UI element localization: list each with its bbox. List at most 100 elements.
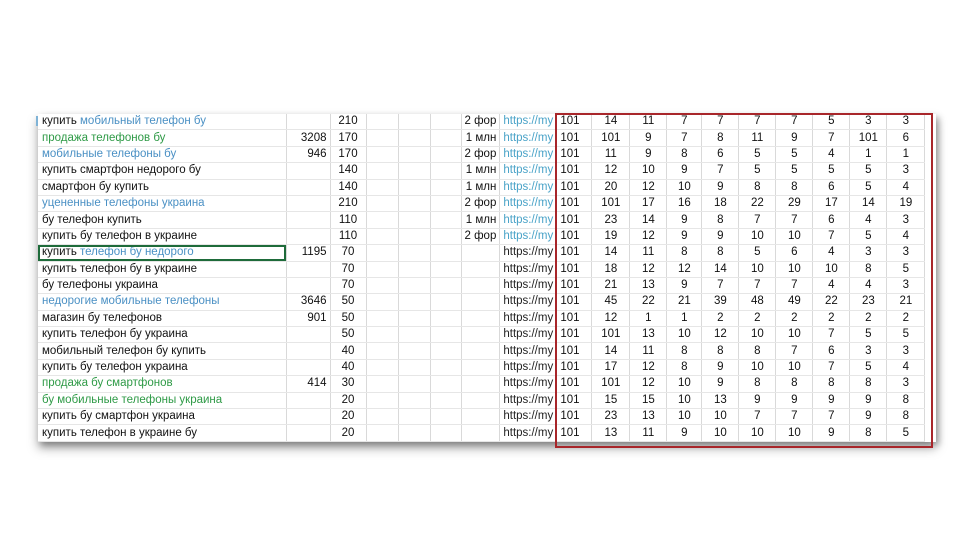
rank-cell[interactable]: 8 bbox=[666, 342, 703, 360]
rank-cell[interactable]: 22 bbox=[738, 195, 777, 213]
rank-cell[interactable]: 101 bbox=[591, 129, 631, 147]
url-cell[interactable]: https://my bbox=[499, 408, 558, 426]
position-cell[interactable]: 140 bbox=[330, 179, 367, 196]
rank-cell[interactable]: 11 bbox=[629, 114, 668, 131]
url-cell[interactable]: https://my bbox=[499, 310, 558, 328]
rank-cell[interactable]: 12 bbox=[629, 359, 668, 377]
empty-cell[interactable] bbox=[398, 359, 431, 377]
rank-cell[interactable]: 101 bbox=[556, 310, 593, 328]
url-cell[interactable]: https://my bbox=[499, 162, 558, 180]
url-cell[interactable]: https://my bbox=[499, 359, 558, 377]
empty-cell[interactable] bbox=[430, 342, 462, 360]
rank-cell[interactable]: 101 bbox=[556, 277, 593, 295]
rank-cell[interactable]: 1 bbox=[849, 146, 888, 164]
empty-cell[interactable] bbox=[430, 162, 462, 180]
rank-cell[interactable]: 8 bbox=[666, 146, 703, 164]
empty-cell[interactable] bbox=[430, 129, 462, 147]
rank-cell[interactable]: 5 bbox=[849, 162, 888, 180]
rank-cell[interactable]: 23 bbox=[591, 408, 631, 426]
empty-cell[interactable] bbox=[398, 310, 431, 328]
rank-cell[interactable]: 5 bbox=[738, 162, 777, 180]
volume-cell[interactable] bbox=[286, 195, 331, 213]
note-cell[interactable]: 1 млн bbox=[461, 129, 501, 147]
empty-cell[interactable] bbox=[366, 179, 399, 196]
rank-cell[interactable]: 101 bbox=[556, 342, 593, 360]
empty-cell[interactable] bbox=[430, 293, 462, 311]
rank-cell[interactable]: 101 bbox=[556, 129, 593, 147]
rank-cell[interactable]: 13 bbox=[629, 408, 668, 426]
rank-cell[interactable]: 9 bbox=[666, 228, 703, 246]
empty-cell[interactable] bbox=[366, 293, 399, 311]
rank-cell[interactable]: 7 bbox=[666, 114, 703, 131]
rank-cell[interactable]: 5 bbox=[886, 261, 926, 278]
empty-cell[interactable] bbox=[398, 342, 431, 360]
rank-cell[interactable]: 6 bbox=[775, 244, 814, 262]
rank-cell[interactable]: 19 bbox=[591, 228, 631, 246]
note-cell[interactable] bbox=[461, 261, 501, 278]
rank-cell[interactable]: 7 bbox=[775, 211, 814, 229]
rank-cell[interactable]: 3 bbox=[849, 114, 888, 131]
rank-cell[interactable]: 7 bbox=[701, 114, 740, 131]
rank-cell[interactable]: 13 bbox=[591, 424, 631, 442]
note-cell[interactable] bbox=[461, 408, 501, 426]
rank-cell[interactable]: 4 bbox=[886, 228, 926, 246]
rank-cell[interactable]: 17 bbox=[812, 195, 851, 213]
empty-cell[interactable] bbox=[366, 408, 399, 426]
empty-cell[interactable] bbox=[398, 211, 431, 229]
empty-cell[interactable] bbox=[366, 359, 399, 377]
rank-cell[interactable]: 14 bbox=[701, 261, 740, 278]
rank-cell[interactable]: 5 bbox=[738, 146, 777, 164]
note-cell[interactable] bbox=[461, 326, 501, 344]
rank-cell[interactable]: 101 bbox=[556, 261, 593, 278]
rank-cell[interactable]: 101 bbox=[556, 195, 593, 213]
note-cell[interactable] bbox=[461, 244, 501, 262]
rank-cell[interactable]: 12 bbox=[666, 261, 703, 278]
position-cell[interactable]: 20 bbox=[330, 408, 367, 426]
url-cell[interactable]: https://my bbox=[499, 228, 558, 246]
rank-cell[interactable]: 101 bbox=[556, 146, 593, 164]
empty-cell[interactable] bbox=[366, 195, 399, 213]
position-cell[interactable]: 50 bbox=[330, 293, 367, 311]
position-cell[interactable]: 210 bbox=[330, 195, 367, 213]
rank-cell[interactable]: 10 bbox=[666, 392, 703, 410]
rank-cell[interactable]: 9 bbox=[775, 129, 814, 147]
rank-cell[interactable]: 1 bbox=[886, 146, 926, 164]
rank-cell[interactable]: 3 bbox=[849, 244, 888, 262]
rank-cell[interactable]: 8 bbox=[849, 424, 888, 442]
empty-cell[interactable] bbox=[398, 129, 431, 147]
rank-cell[interactable]: 101 bbox=[556, 392, 593, 410]
empty-cell[interactable] bbox=[366, 326, 399, 344]
rank-cell[interactable]: 5 bbox=[849, 359, 888, 377]
rank-cell[interactable]: 7 bbox=[738, 114, 777, 131]
rank-cell[interactable]: 12 bbox=[701, 326, 740, 344]
empty-cell[interactable] bbox=[398, 162, 431, 180]
rank-cell[interactable]: 10 bbox=[666, 375, 703, 393]
empty-cell[interactable] bbox=[430, 310, 462, 328]
url-cell[interactable]: https://my bbox=[499, 129, 558, 147]
empty-cell[interactable] bbox=[398, 179, 431, 196]
empty-cell[interactable] bbox=[398, 424, 431, 442]
rank-cell[interactable]: 10 bbox=[666, 326, 703, 344]
rank-cell[interactable]: 15 bbox=[591, 392, 631, 410]
rank-cell[interactable]: 10 bbox=[629, 162, 668, 180]
rank-cell[interactable]: 9 bbox=[701, 228, 740, 246]
rank-cell[interactable]: 17 bbox=[629, 195, 668, 213]
rank-cell[interactable]: 10 bbox=[738, 261, 777, 278]
rank-cell[interactable]: 21 bbox=[591, 277, 631, 295]
empty-cell[interactable] bbox=[398, 114, 431, 131]
volume-cell[interactable] bbox=[286, 114, 331, 131]
url-cell[interactable]: https://my bbox=[499, 392, 558, 410]
keyword-cell[interactable]: купить телефон в украине бу bbox=[38, 424, 287, 442]
note-cell[interactable] bbox=[461, 359, 501, 377]
rank-cell[interactable]: 22 bbox=[629, 293, 668, 311]
rank-cell[interactable]: 3 bbox=[886, 114, 926, 131]
empty-cell[interactable] bbox=[398, 293, 431, 311]
rank-cell[interactable]: 3 bbox=[886, 342, 926, 360]
position-cell[interactable]: 40 bbox=[330, 342, 367, 360]
rank-cell[interactable]: 9 bbox=[701, 359, 740, 377]
position-cell[interactable]: 110 bbox=[330, 211, 367, 229]
volume-cell[interactable] bbox=[286, 424, 331, 442]
volume-cell[interactable]: 901 bbox=[286, 310, 331, 328]
rank-cell[interactable]: 10 bbox=[775, 228, 814, 246]
rank-cell[interactable]: 101 bbox=[556, 408, 593, 426]
